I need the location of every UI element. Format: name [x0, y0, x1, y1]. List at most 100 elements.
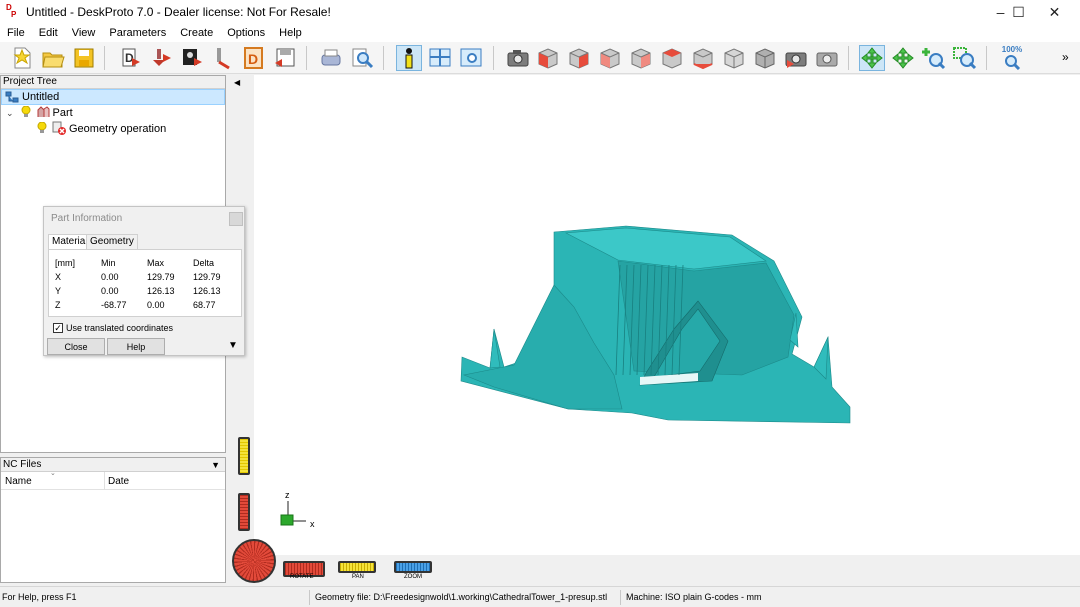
tree-item-untitled[interactable]: Untitled — [1, 89, 225, 105]
cathedral-tower-model — [460, 225, 851, 424]
export-icon[interactable] — [272, 45, 298, 71]
project-icon — [5, 91, 19, 103]
zoom-in-icon[interactable] — [921, 45, 947, 71]
model-geometry[interactable] — [254, 75, 1080, 555]
zoom-label: ZOOM — [404, 574, 422, 580]
drawing-icon[interactable]: D — [241, 45, 267, 71]
app-logo-icon[interactable]: DP — [6, 4, 20, 20]
row-axis: X — [55, 272, 62, 282]
info-icon[interactable] — [396, 45, 422, 71]
zoom-100-icon[interactable]: 100% — [999, 45, 1025, 71]
render-icon[interactable] — [783, 45, 809, 71]
view-cube-grey-icon[interactable] — [752, 45, 778, 71]
status-divider — [309, 590, 310, 605]
expand-arrow-icon[interactable]: ▼ — [228, 340, 238, 351]
save-icon[interactable] — [71, 45, 97, 71]
pan-slider[interactable] — [238, 437, 250, 475]
view-cube-back-icon[interactable] — [597, 45, 623, 71]
menu-options[interactable]: Options — [220, 24, 272, 42]
toolbar-separator — [383, 46, 384, 70]
row-axis: Y — [55, 286, 62, 296]
translated-coordinates-checkbox[interactable]: ✓ — [53, 323, 63, 333]
status-machine: Machine: ISO plain G-codes - mm — [626, 592, 762, 602]
3d-viewport[interactable]: z x — [254, 75, 1080, 584]
menu-parameters[interactable]: Parameters — [102, 24, 173, 42]
part-information-dialog: Part Information Material Geometry [mm] … — [43, 206, 245, 356]
part-icon — [36, 105, 50, 122]
svg-text:D: D — [248, 51, 258, 67]
close-button[interactable]: Close — [47, 338, 105, 355]
row-max: 129.79 — [147, 272, 175, 282]
menu-create[interactable]: Create — [173, 24, 220, 42]
menu-view[interactable]: View — [65, 24, 103, 42]
cutter-icon[interactable] — [210, 45, 236, 71]
grid-view-icon[interactable] — [427, 45, 453, 71]
header-min: Min — [101, 258, 116, 268]
view-cube-left-icon[interactable] — [628, 45, 654, 71]
project-tree-header: Project Tree — [1, 76, 225, 89]
tab-geometry[interactable]: Geometry — [86, 234, 138, 249]
window-view-icon[interactable] — [458, 45, 484, 71]
row-min: 0.00 — [101, 272, 119, 282]
maximize-button[interactable]: ☐ — [1001, 0, 1036, 24]
view-cube-top-icon[interactable] — [659, 45, 685, 71]
view-cube-iso-icon[interactable] — [721, 45, 747, 71]
collapse-left-arrow-icon[interactable]: ◀ — [234, 78, 240, 87]
operation-error-icon — [52, 121, 66, 138]
title-bar: DP Untitled - DeskProto 7.0 - Dealer lic… — [0, 0, 1080, 24]
zoom-window-icon[interactable] — [952, 45, 978, 71]
nc-files-panel: NC Files ▼ Name ⌄ Date — [0, 457, 226, 583]
dropdown-arrow-icon[interactable]: ▼ — [211, 459, 220, 472]
bitmap-import-icon[interactable] — [179, 45, 205, 71]
camera-icon[interactable] — [505, 45, 531, 71]
menu-edit[interactable]: Edit — [32, 24, 65, 42]
close-window-button[interactable]: ✕ — [1037, 0, 1072, 24]
lightbulb-icon[interactable] — [37, 121, 47, 137]
toolbar-overflow-button[interactable]: » — [1062, 50, 1069, 64]
nc-files-title: NC Files — [3, 459, 42, 470]
part-import-icon[interactable]: D — [117, 45, 143, 71]
deskproto-window: DP Untitled - DeskProto 7.0 - Dealer lic… — [0, 0, 1080, 607]
row-max: 0.00 — [147, 300, 165, 310]
dialog-close-icon[interactable] — [229, 212, 243, 226]
lightbulb-icon[interactable] — [21, 105, 31, 121]
toolbar-separator — [493, 46, 494, 70]
column-header-name[interactable]: Name — [5, 476, 32, 487]
rotate-dial-icon[interactable] — [232, 539, 276, 583]
column-header-date[interactable]: Date — [108, 476, 129, 487]
status-bar: For Help, press F1 Geometry file: D:\Fre… — [0, 586, 1080, 607]
status-divider — [620, 590, 621, 605]
chevron-down-icon[interactable]: ⌄ — [6, 108, 14, 119]
rotate-label: ROTATE — [290, 574, 314, 580]
zoom-100-label: 100% — [1001, 45, 1023, 54]
header-max: Max — [147, 258, 165, 268]
tree-item-part[interactable]: ⌄ Part — [1, 105, 73, 121]
tree-item-geometry-operation[interactable]: Geometry operation — [1, 121, 166, 137]
new-file-icon[interactable] — [9, 45, 35, 71]
view-cube-front-icon[interactable] — [535, 45, 561, 71]
help-button[interactable]: Help — [107, 338, 165, 355]
view-cube-right-icon[interactable] — [566, 45, 592, 71]
column-divider[interactable] — [104, 472, 105, 490]
menu-help[interactable]: Help — [272, 24, 309, 42]
nc-files-columns: Name ⌄ Date — [1, 470, 225, 490]
toolbar-separator — [848, 46, 849, 70]
view-cube-bottom-icon[interactable] — [690, 45, 716, 71]
row-min: -68.77 — [101, 300, 127, 310]
rotate-slider[interactable] — [238, 493, 250, 531]
row-min: 0.00 — [101, 286, 119, 296]
dimensions-table: [mm] Min Max Delta X 0.00 129.79 129.79 … — [48, 249, 242, 317]
translated-coordinates-label[interactable]: Use translated coordinates — [66, 323, 173, 333]
rotate-icon[interactable] — [859, 45, 885, 71]
zoom-wheel[interactable] — [394, 561, 432, 573]
window-title: Untitled - DeskProto 7.0 - Dealer licens… — [26, 5, 331, 19]
print-icon[interactable] — [318, 45, 344, 71]
open-folder-icon[interactable] — [40, 45, 66, 71]
vector-import-icon[interactable] — [148, 45, 174, 71]
pan-wheel[interactable] — [338, 561, 376, 573]
pan-icon[interactable] — [890, 45, 916, 71]
menu-file[interactable]: File — [0, 24, 32, 42]
status-help-text: For Help, press F1 — [2, 592, 77, 602]
render-grey-icon[interactable] — [814, 45, 840, 71]
preview-icon[interactable] — [349, 45, 375, 71]
